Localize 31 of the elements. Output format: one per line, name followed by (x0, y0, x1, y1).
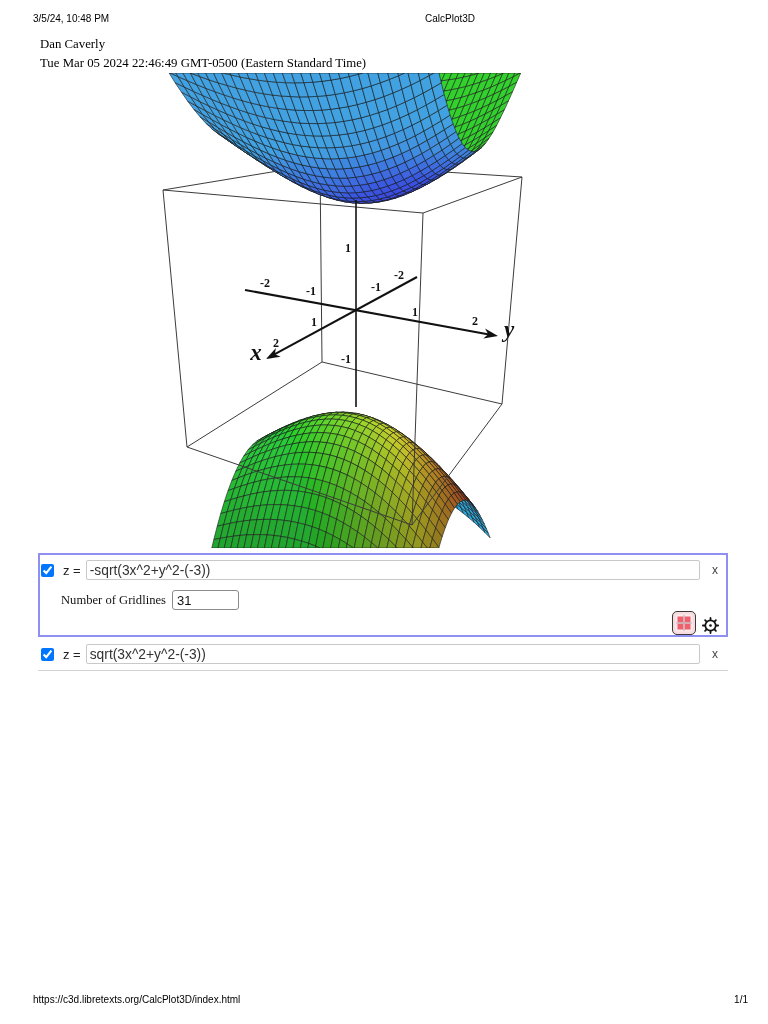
gridlines-field[interactable]: 31 (171, 590, 239, 610)
tick-label: 2 (273, 336, 279, 350)
expression-field[interactable]: sqrt(3x^2+y^2-(-3)) (85, 644, 700, 664)
tick-label: -2 (394, 268, 404, 282)
print-date: 3/5/24, 10:48 PM (33, 13, 110, 25)
tick-label: 1 (311, 315, 317, 329)
page-number: 1/1 (734, 994, 748, 1006)
grid-icon (675, 614, 693, 632)
page-title: CalcPlot3D (425, 13, 476, 25)
page-url: https://c3d.libretexts.org/CalcPlot3D/index.html (33, 994, 241, 1006)
checkbox[interactable] (41, 647, 54, 661)
grid-button[interactable] (672, 611, 696, 635)
tick-label: 1 (345, 241, 351, 255)
equation-label: z = (63, 562, 81, 578)
remove-button[interactable]: x (704, 647, 726, 661)
axis-title: y (503, 317, 515, 342)
tick-label: -1 (306, 284, 316, 298)
checkbox[interactable] (41, 563, 54, 577)
remove-button[interactable]: x (704, 563, 726, 577)
expression-field[interactable]: -sqrt(3x^2+y^2-(-3)) (85, 560, 700, 580)
gridlines-label: Number of Gridlines (61, 592, 166, 608)
tick-label: -1 (371, 280, 381, 294)
equation-label: z = (63, 646, 81, 662)
gear-icon[interactable] (702, 617, 719, 634)
axis-title: x (250, 340, 262, 365)
tick-label: 2 (472, 314, 478, 328)
tick-label: -1 (341, 352, 351, 366)
tick-label: 1 (412, 305, 418, 319)
tick-label: -2 (260, 276, 270, 290)
author-name: Dan Caverly (40, 36, 106, 53)
timestamp: Tue Mar 05 2024 22:46:49 GMT-0500 (Eastern Standard Time) (40, 55, 367, 72)
